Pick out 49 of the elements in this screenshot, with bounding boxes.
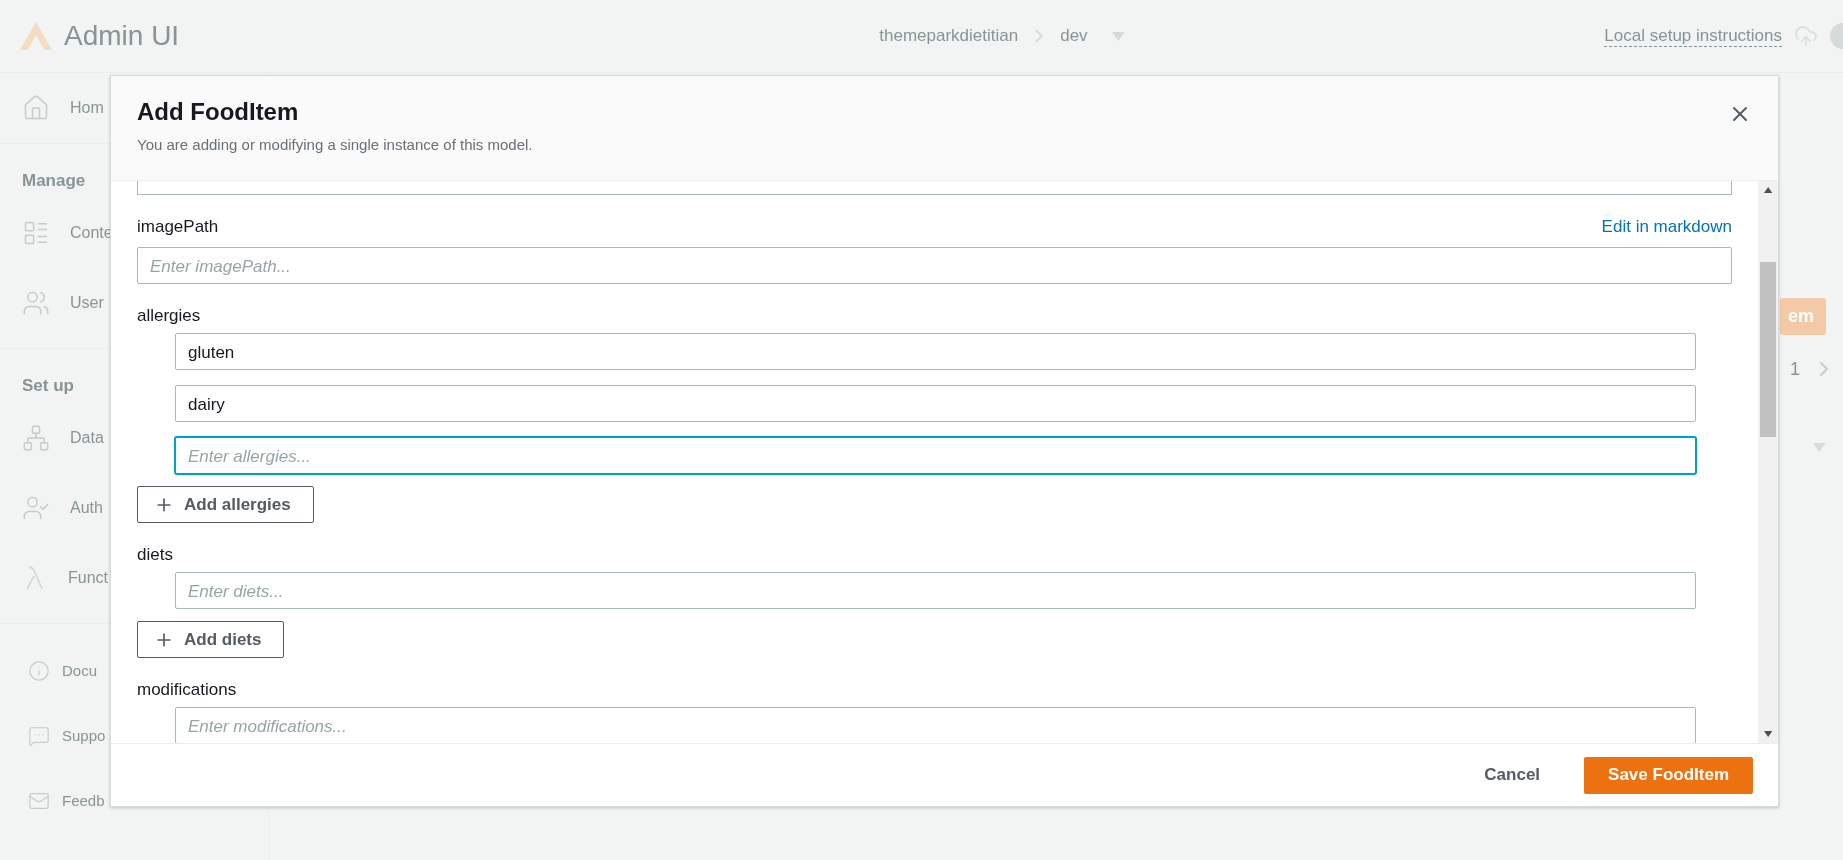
breadcrumb-item[interactable]: dev <box>1060 26 1088 46</box>
sidebar-heading: Set up <box>22 375 74 397</box>
caret-down-icon <box>1813 443 1826 452</box>
logo-icon <box>20 22 52 50</box>
field-label: allergies <box>137 306 201 326</box>
user-check-icon <box>22 494 50 522</box>
sidebar-item[interactable]: Docu <box>62 662 98 679</box>
input-field[interactable]: Enter diets... <box>175 572 1696 609</box>
sidebar-item[interactable]: Funct <box>68 569 108 587</box>
sidebar-item[interactable]: Suppo <box>62 727 106 744</box>
input-field[interactable]: Enter modifications... <box>175 707 1696 743</box>
scrollbar-thumb[interactable] <box>1760 262 1776 437</box>
field-label: imagePath <box>137 217 219 237</box>
input-field[interactable]: dairy <box>175 385 1696 422</box>
add-button[interactable]: Add diets <box>137 621 285 658</box>
app-name: Admin UI <box>64 20 180 52</box>
sidebar-heading: Manage <box>22 170 86 192</box>
info-icon <box>28 659 50 682</box>
create-button[interactable]: em <box>1780 298 1826 335</box>
sidebar-item[interactable]: Auth <box>70 499 103 517</box>
sidebar-item[interactable]: Hom <box>70 99 104 117</box>
cancel-button[interactable]: Cancel <box>1478 764 1547 786</box>
users-icon <box>22 289 50 317</box>
sidebar-item[interactable]: Data <box>70 429 104 447</box>
input-field[interactable]: gluten <box>175 333 1696 370</box>
home-icon <box>22 94 50 122</box>
edit-in-markdown-link[interactable]: Edit in markdown <box>1601 217 1732 237</box>
scroll-up-icon <box>1763 187 1773 193</box>
add-button[interactable]: Add allergies <box>137 486 314 523</box>
sidebar-item[interactable]: User <box>70 294 104 312</box>
field-label: diets <box>137 545 173 565</box>
input-field[interactable]: Enter imagePath... <box>137 247 1732 284</box>
input-field[interactable]: Enter allergies... <box>175 437 1696 474</box>
scroll-down-icon <box>1763 731 1773 737</box>
sidebar-item[interactable]: Feedb <box>62 792 105 809</box>
dialog-title: Add FoodItem <box>137 98 300 126</box>
field-label: modifications <box>137 680 237 700</box>
hierarchy-icon <box>22 424 50 452</box>
list-icon <box>22 219 50 247</box>
breadcrumb-item[interactable]: themeparkdietitian <box>879 26 1019 46</box>
dialog-subtitle: You are adding or modifying a single instance of this model. <box>137 136 533 153</box>
setup-instructions-link[interactable]: Local setup instructions <box>1604 25 1782 47</box>
save-button[interactable]: Save FoodItem <box>1584 756 1753 794</box>
input-field[interactable] <box>137 181 1732 195</box>
chat-icon <box>28 724 50 747</box>
caret-down-icon <box>1111 31 1125 41</box>
scrollbar[interactable] <box>1758 181 1778 743</box>
cloud-upload-icon[interactable] <box>1794 24 1818 48</box>
page-number[interactable]: 1 <box>1790 358 1800 380</box>
